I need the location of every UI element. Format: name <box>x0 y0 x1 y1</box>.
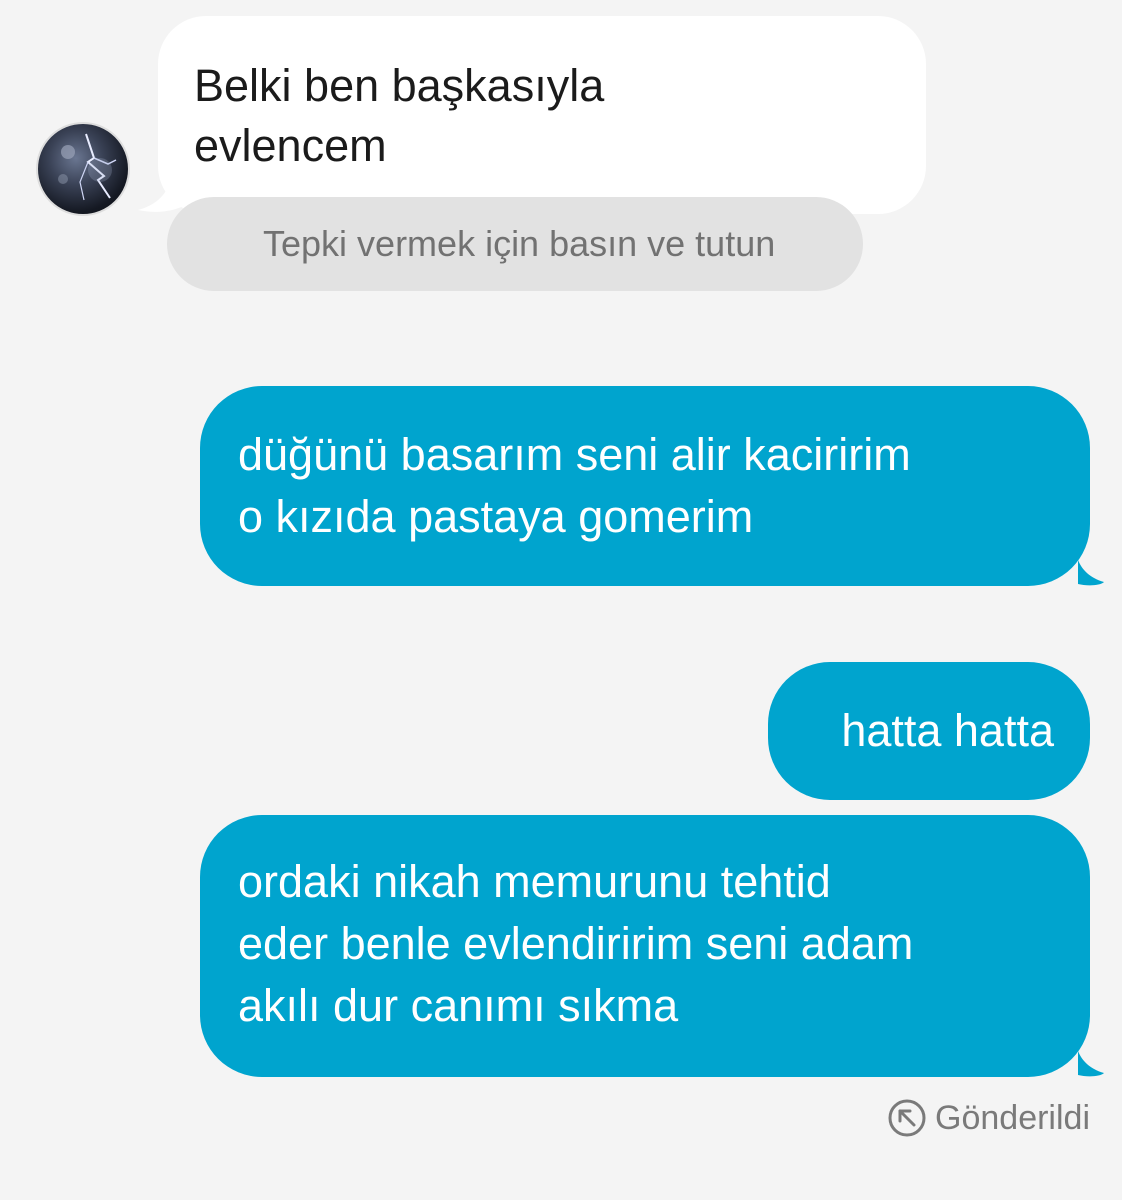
delivery-status: Gönderildi <box>887 1096 1090 1140</box>
reaction-hint-pill: Tepki vermek için basın ve tutun <box>167 197 863 291</box>
outgoing-bubble-tail <box>1078 1051 1104 1077</box>
outgoing-message-line: ordaki nikah memurunu tehtid <box>238 856 831 907</box>
chat-thread: Belki ben başkasıyla evlencem Tepki verm… <box>0 0 1122 1200</box>
outgoing-message-bubble[interactable]: hatta hatta <box>768 662 1090 800</box>
incoming-message-line: evlencem <box>194 120 387 171</box>
incoming-message-bubble[interactable]: Belki ben başkasıyla evlencem <box>158 16 926 214</box>
delivery-status-label: Gönderildi <box>935 1098 1090 1137</box>
outgoing-message-bubble[interactable]: ordaki nikah memurunu tehtid eder benle … <box>200 815 1090 1077</box>
lightning-avatar-icon <box>58 133 117 201</box>
outgoing-message-line: hatta hatta <box>841 705 1054 756</box>
contact-avatar[interactable] <box>36 122 130 216</box>
reaction-hint-text: Tepki vermek için basın ve tutun <box>263 223 776 264</box>
outgoing-bubble-tail <box>1078 560 1104 586</box>
outgoing-message-line: düğünü basarım seni alir kaciririm <box>238 429 911 480</box>
incoming-message-line: Belki ben başkasıyla <box>194 60 605 111</box>
outgoing-message-line: eder benle evlendiririm seni adam <box>238 918 914 969</box>
outgoing-message-line: akılı dur canımı sıkma <box>238 980 679 1031</box>
outgoing-message-bubble[interactable]: düğünü basarım seni alir kaciririm o kız… <box>200 386 1090 586</box>
outgoing-message-line: o kızıda pastaya gomerim <box>238 491 754 542</box>
sent-arrow-icon <box>888 1099 926 1137</box>
